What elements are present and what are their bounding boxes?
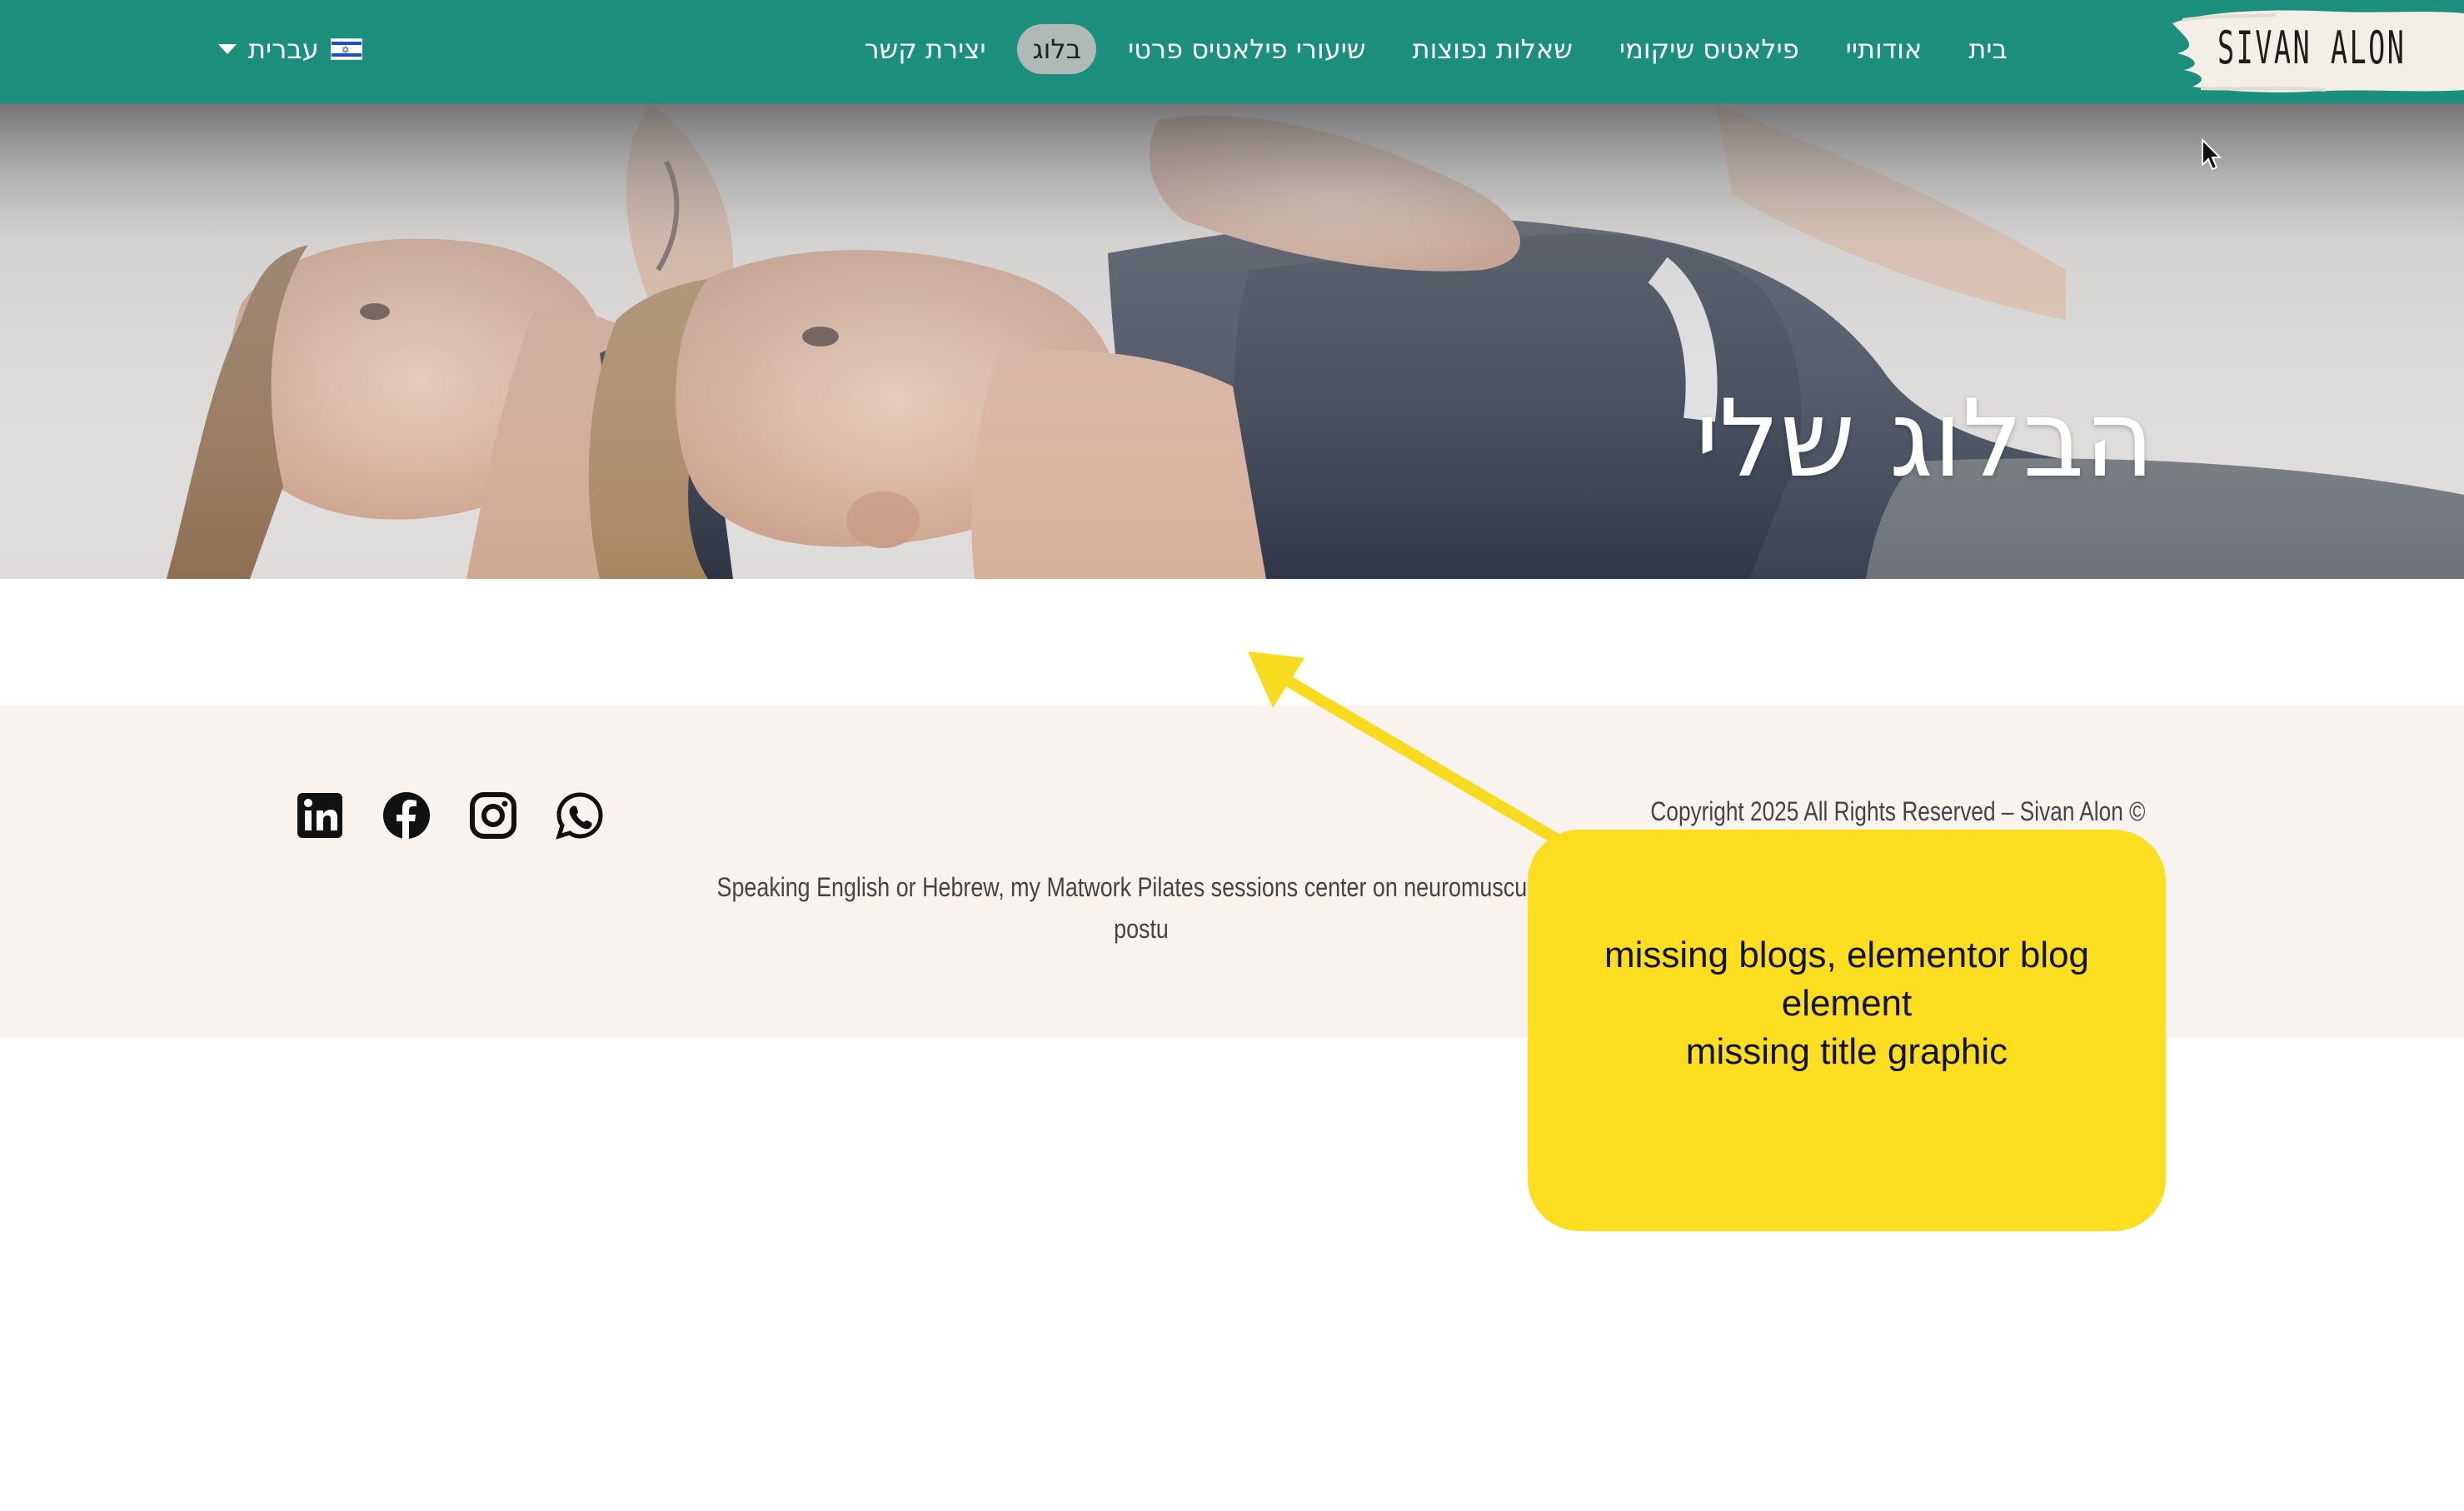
annotation-line: element [1781,983,1913,1024]
page: SIVAN ALON בית אודותיי פילאטיס שיקומי שא… [0,0,2464,1511]
annotation-text: missing blogs, elementor blog element mi… [1604,931,2089,1076]
annotation-line: missing title graphic [1685,1031,2008,1072]
annotation-arrow [1248,651,1560,844]
annotation-line: missing blogs, elementor blog [1604,935,2090,975]
mouse-cursor-icon [2202,138,2222,171]
annotation-note: missing blogs, elementor blog element mi… [1528,830,2166,1231]
